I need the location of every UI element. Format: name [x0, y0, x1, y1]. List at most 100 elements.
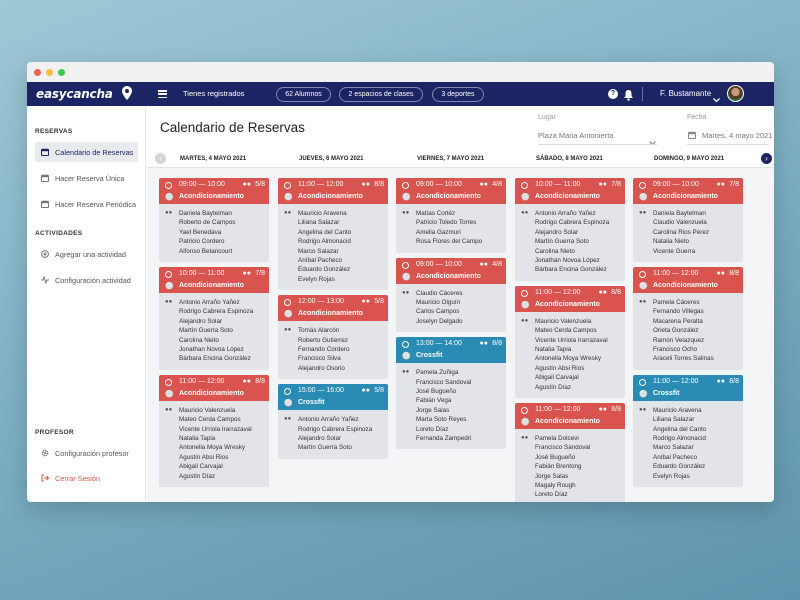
- card-activity: Acondicionamiento: [653, 282, 718, 289]
- app-logo[interactable]: easycancha: [36, 87, 113, 101]
- card-activity: Acondicionamiento: [416, 193, 481, 200]
- participant-name: Rodrigo Almonacid: [298, 238, 351, 246]
- people-icon: ●●: [521, 435, 529, 441]
- bell-icon[interactable]: [624, 88, 633, 106]
- card-header[interactable]: 11:00 — 12:00 ●● 8/8 ⚪ Acondicionamiento: [278, 178, 388, 204]
- participant-name: Jorge Salas: [535, 472, 569, 480]
- sidebar-item-reserva-unica[interactable]: Hacer Reserva Única: [35, 168, 138, 188]
- students-pill[interactable]: 62 Alumnos: [276, 87, 331, 102]
- card-time: 11:00 — 12:00: [653, 270, 699, 277]
- running-person-icon: ⚪: [521, 194, 530, 201]
- reservation-card[interactable]: 09:00 — 10:00 ●● 5/8 ⚪ Acondicionamiento ●● Da…: [159, 178, 269, 262]
- reservation-card[interactable]: 11:00 — 12:00 ●● 8/8 ⚪ Acondicionamiento ●● Ma…: [159, 374, 269, 487]
- card-header[interactable]: 15:00 — 16:00 ●● 5/8 ⚪ Crossfit: [278, 384, 388, 411]
- card-header[interactable]: 11:00 — 12:00 ●● 8/8 ⚪ Acondicionamiento: [515, 285, 625, 312]
- card-header[interactable]: 12:00 — 13:00 ●● 5/8 ⚪ Acondicionamiento: [278, 295, 388, 322]
- reservation-card[interactable]: 11:00 — 12:00 ●● 8/8 ⚪ Acondicionamiento ●● Ma…: [515, 285, 625, 398]
- help-icon[interactable]: ?: [608, 89, 618, 99]
- card-header[interactable]: 09:00 — 10:00 ●● 5/8 ⚪ Acondicionamiento: [159, 178, 269, 204]
- card-header[interactable]: 11:00 — 12:00 ●● 8/8 ⚪ Acondicionamiento: [515, 403, 625, 429]
- reservation-card[interactable]: 11:00 — 12:00 ●● 8/8 ⚪ Acondicionamiento ●● Pa…: [515, 403, 625, 502]
- running-person-icon: ⚪: [521, 301, 530, 309]
- card-capacity: 8/8: [255, 377, 265, 385]
- reservation-card[interactable]: 10:00 — 11:00 ●● 7/8 ⚪ Acondicionamiento ●● An…: [159, 267, 269, 370]
- sidebar-item-reserva-periodica[interactable]: Hacer Reserva Periódica: [35, 194, 138, 214]
- reservation-card[interactable]: 09:00 — 10:00 ●● 4/8 ⚪ Acondicionamiento ●● Ma…: [396, 178, 506, 253]
- reservation-card[interactable]: 13:00 — 14:00 ●● 8/8 ⚪ Crossfit ●● Pamela Zuñi…: [396, 337, 506, 450]
- sidebar-item-label: Calendario de Reservas: [55, 147, 134, 157]
- chevron-down-icon[interactable]: [649, 133, 656, 151]
- card-capacity: 8/8: [729, 270, 739, 277]
- sidebar-item-configuracion-profesor[interactable]: Configuración profesor: [35, 443, 138, 463]
- card-header[interactable]: 09:00 — 10:00 ●● 4/8 ⚪ Acondicionamiento: [396, 178, 506, 204]
- card-activity: Acondicionamiento: [535, 193, 600, 200]
- fecha-input[interactable]: Martes, 4 mayo 2021: [702, 131, 772, 140]
- people-icon: ●●: [165, 210, 173, 216]
- sidebar-item-label: Cerrar Sesión: [55, 473, 101, 483]
- participant-name: Carolina Nieto: [535, 247, 575, 255]
- day-label-1: JUEVES, 6 MAYO 2021: [299, 156, 364, 162]
- card-header[interactable]: 13:00 — 14:00 ●● 8/8 ⚪ Crossfit: [396, 337, 506, 364]
- reservation-card[interactable]: 09:00 — 10:00 ●● 7/8 ⚪ Acondicionamiento ●● Da…: [633, 178, 743, 262]
- calendar-repeat-icon: [41, 200, 49, 208]
- spaces-pill[interactable]: 2 espacios de clases: [339, 87, 423, 102]
- reservation-card[interactable]: 10:00 — 11:00 ●● 7/8 ⚪ Acondicionamiento ●● An…: [515, 178, 625, 281]
- reservation-card[interactable]: 15:00 — 16:00 ●● 5/8 ⚪ Crossfit ●● Antonio Arr…: [278, 384, 388, 459]
- participant-name: Patricio Cordero: [179, 238, 225, 246]
- sidebar-item-configuracion-actividad[interactable]: Configuración actividad: [35, 270, 138, 290]
- reservation-card[interactable]: 11:00 — 12:00 ●● 8/8 ⚪ Crossfit ●● Mauricio Ar…: [633, 374, 743, 487]
- maximize-dot[interactable]: [58, 68, 65, 76]
- running-person-icon: ⚪: [639, 283, 648, 290]
- card-header[interactable]: 11:00 — 12:00 ●● 8/8 ⚪ Acondicionamiento: [633, 267, 743, 293]
- location-pin-icon[interactable]: [122, 86, 132, 105]
- card-header[interactable]: 11:00 — 12:00 ●● 8/8 ⚪ Crossfit: [633, 374, 743, 401]
- card-capacity: 8/8: [729, 377, 739, 385]
- calendar-icon[interactable]: [688, 131, 696, 139]
- running-person-icon: ⚪: [402, 194, 411, 201]
- card-time: 11:00 — 12:00: [535, 406, 581, 413]
- reservation-card[interactable]: 09:00 — 10:00 ●● 4/8 ⚪ Acondicionamiento ●● Cl…: [396, 257, 506, 333]
- participant-name: Fabián Brentong: [535, 463, 582, 471]
- hamburger-menu-icon[interactable]: [158, 90, 167, 98]
- sidebar-item-agregar-actividad[interactable]: Agregar una actividad: [35, 244, 138, 264]
- avatar[interactable]: [727, 85, 744, 102]
- participant-name: Rodrigo Cabrera Espinoza: [535, 219, 610, 227]
- prev-week-button[interactable]: ‹: [155, 153, 166, 164]
- card-capacity: 4/8: [492, 181, 502, 188]
- clock-icon: [402, 261, 409, 269]
- user-name[interactable]: F. Bustamante: [660, 89, 711, 98]
- sidebar-item-label: Configuración actividad: [55, 275, 131, 285]
- participant-name: Yael Benedava: [179, 228, 222, 236]
- card-header[interactable]: 10:00 — 11:00 ●● 7/8 ⚪ Acondicionamiento: [515, 178, 625, 204]
- participant-name: Carlos Campos: [416, 308, 460, 316]
- sidebar-item-cerrar-sesion[interactable]: Cerrar Sesión: [35, 468, 138, 488]
- card-header[interactable]: 09:00 — 10:00 ●● 4/8 ⚪ Acondicionamiento: [396, 257, 506, 284]
- reservation-card[interactable]: 11:00 — 12:00 ●● 8/8 ⚪ Acondicionamiento ●● Ma…: [278, 178, 388, 291]
- reservation-card[interactable]: 12:00 — 13:00 ●● 5/8 ⚪ Acondicionamiento ●● To…: [278, 295, 388, 380]
- people-icon: ●●: [284, 327, 292, 334]
- participant-name: Alejandro Solar: [298, 435, 342, 442]
- group-icon: ●●: [242, 270, 251, 277]
- next-week-button[interactable]: ›: [761, 153, 772, 164]
- participant-name: Marta Soto Reyes: [416, 416, 467, 424]
- people-icon: ●●: [402, 369, 410, 376]
- group-icon: ●●: [361, 298, 370, 306]
- participant-name: Bárbara Encina González: [535, 266, 607, 274]
- participant-name: Vicente Urriola Irarrazaval: [179, 425, 252, 433]
- participant-name: Tomás Alarcón: [298, 327, 340, 335]
- participant-name: Francisco Sandoval: [416, 378, 472, 386]
- card-header[interactable]: 09:00 — 10:00 ●● 7/8 ⚪ Acondicionamiento: [633, 178, 743, 204]
- card-header[interactable]: 10:00 — 11:00 ●● 7/8 ⚪ Acondicionamiento: [159, 267, 269, 293]
- sidebar-item-calendario[interactable]: Calendario de Reservas: [35, 142, 138, 162]
- lugar-select[interactable]: Plaza Maria Antonierta: [538, 131, 613, 140]
- sports-pill[interactable]: 3 deportes: [432, 87, 484, 102]
- card-activity: Acondicionamiento: [653, 193, 718, 200]
- sidebar-item-label: Agregar una actividad: [55, 249, 126, 259]
- participant-name: Natalia Tapia: [179, 435, 216, 443]
- minimize-dot[interactable]: [46, 68, 53, 76]
- card-time: 11:00 — 12:00: [653, 377, 699, 385]
- close-dot[interactable]: [34, 68, 41, 76]
- running-person-icon: ⚪: [639, 390, 648, 398]
- reservation-card[interactable]: 11:00 — 12:00 ●● 8/8 ⚪ Acondicionamiento ●● Pa…: [633, 267, 743, 370]
- card-header[interactable]: 11:00 — 12:00 ●● 8/8 ⚪ Acondicionamiento: [159, 374, 269, 401]
